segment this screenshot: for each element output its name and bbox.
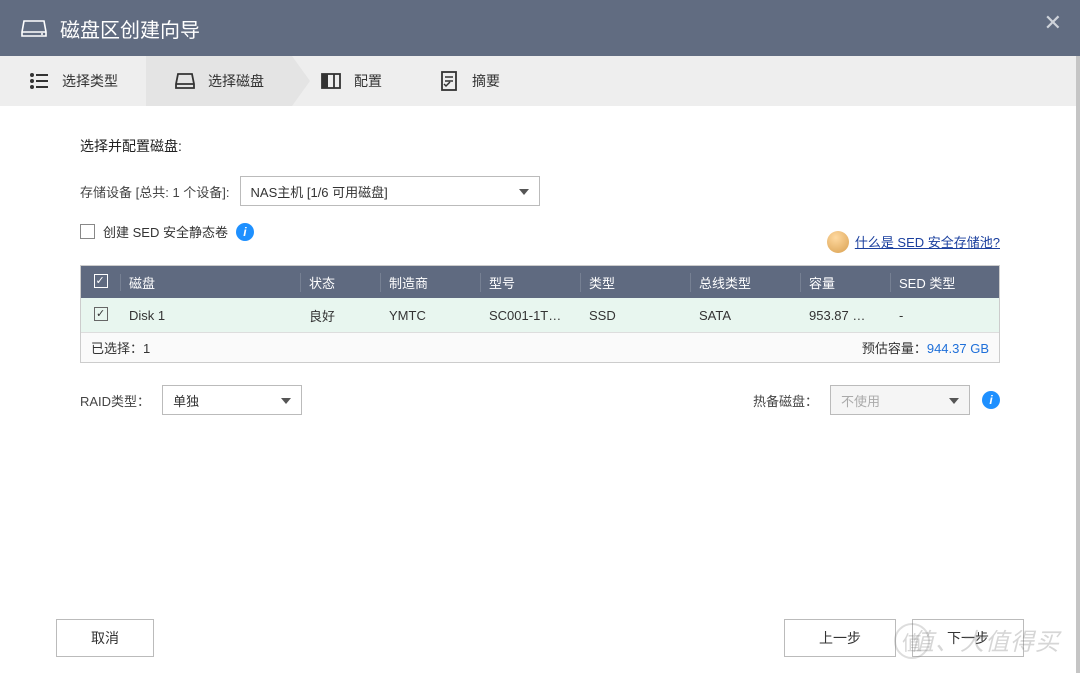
sed-checkbox-label: 创建 SED 安全静态卷 bbox=[103, 222, 228, 241]
table-row[interactable]: Disk 1 良好 YMTC SC001-1T… SSD SATA 953.87… bbox=[81, 298, 999, 332]
step-select-disk[interactable]: 选择磁盘 bbox=[146, 56, 292, 106]
list-icon bbox=[28, 70, 50, 92]
helper-avatar-icon bbox=[827, 231, 849, 253]
close-icon[interactable]: ✕ bbox=[1044, 10, 1062, 36]
cell-manufacturer: YMTC bbox=[381, 308, 481, 323]
step-summary[interactable]: 摘要 bbox=[410, 56, 528, 106]
wizard-steps: 选择类型 选择磁盘 配置 摘要 bbox=[0, 56, 1080, 106]
col-capacity[interactable]: 容量 bbox=[801, 273, 891, 292]
cell-type: SSD bbox=[581, 308, 691, 323]
header-checkbox-cell[interactable] bbox=[81, 274, 121, 291]
sed-help-link[interactable]: 什么是 SED 安全存储池? bbox=[827, 231, 1000, 253]
cell-sed: - bbox=[891, 308, 999, 323]
cell-bus: SATA bbox=[691, 308, 801, 323]
footer-buttons: 取消 上一步 下一步 bbox=[0, 619, 1080, 657]
col-manufacturer[interactable]: 制造商 bbox=[381, 273, 481, 292]
col-type[interactable]: 类型 bbox=[581, 273, 691, 292]
step-label: 选择磁盘 bbox=[208, 71, 264, 91]
section-heading: 选择并配置磁盘: bbox=[80, 136, 1000, 156]
table-header: 磁盘 状态 制造商 型号 类型 总线类型 容量 SED 类型 bbox=[81, 266, 999, 298]
col-disk[interactable]: 磁盘 bbox=[121, 273, 301, 292]
sed-link-text: 什么是 SED 安全存储池? bbox=[855, 232, 1000, 251]
window-title: 磁盘区创建向导 bbox=[60, 14, 200, 43]
estimated-capacity: 预估容量：944.37 GB bbox=[862, 338, 989, 357]
scrollbar[interactable] bbox=[1076, 56, 1080, 673]
step-label: 选择类型 bbox=[62, 71, 118, 91]
step-label: 配置 bbox=[354, 71, 382, 91]
raid-type-select[interactable]: 单独 bbox=[162, 385, 302, 415]
next-button[interactable]: 下一步 bbox=[912, 619, 1024, 657]
info-icon[interactable]: i bbox=[236, 223, 254, 241]
selected-count: 已选择：1 bbox=[91, 338, 150, 357]
storage-device-label: 存储设备 [总共: 1 个设备]: bbox=[80, 182, 230, 201]
cell-status: 良好 bbox=[301, 306, 381, 325]
titlebar: 磁盘区创建向导 ✕ bbox=[0, 0, 1080, 56]
disk-icon bbox=[20, 18, 48, 38]
cancel-button[interactable]: 取消 bbox=[56, 619, 154, 657]
storage-device-value: NAS主机 [1/6 可用磁盘] bbox=[251, 182, 388, 201]
col-sed-type[interactable]: SED 类型 bbox=[891, 273, 999, 292]
col-model[interactable]: 型号 bbox=[481, 273, 581, 292]
cell-model: SC001-1T… bbox=[481, 308, 581, 323]
hot-spare-select: 不使用 bbox=[830, 385, 970, 415]
content-area: 选择并配置磁盘: 存储设备 [总共: 1 个设备]: NAS主机 [1/6 可用… bbox=[0, 106, 1080, 435]
storage-device-select[interactable]: NAS主机 [1/6 可用磁盘] bbox=[240, 176, 540, 206]
columns-icon bbox=[320, 70, 342, 92]
raid-type-label: RAID类型： bbox=[80, 391, 150, 410]
step-select-type[interactable]: 选择类型 bbox=[0, 56, 146, 106]
sed-checkbox[interactable] bbox=[80, 224, 95, 239]
cell-disk: Disk 1 bbox=[121, 308, 301, 323]
clipboard-icon bbox=[438, 70, 460, 92]
col-bus[interactable]: 总线类型 bbox=[691, 273, 801, 292]
col-status[interactable]: 状态 bbox=[301, 273, 381, 292]
prev-button[interactable]: 上一步 bbox=[784, 619, 896, 657]
row-checkbox-cell[interactable] bbox=[81, 307, 121, 324]
table-footer: 已选择：1 预估容量：944.37 GB bbox=[81, 332, 999, 362]
raid-type-value: 单独 bbox=[173, 391, 199, 410]
info-icon[interactable]: i bbox=[982, 391, 1000, 409]
drive-icon bbox=[174, 70, 196, 92]
disk-table: 磁盘 状态 制造商 型号 类型 总线类型 容量 SED 类型 Disk 1 良好… bbox=[80, 265, 1000, 363]
hot-spare-label: 热备磁盘： bbox=[753, 391, 818, 410]
row-checkbox[interactable] bbox=[94, 307, 108, 321]
step-label: 摘要 bbox=[472, 71, 500, 91]
cell-capacity: 953.87 … bbox=[801, 308, 891, 323]
header-checkbox[interactable] bbox=[94, 274, 108, 288]
hot-spare-value: 不使用 bbox=[841, 391, 880, 410]
